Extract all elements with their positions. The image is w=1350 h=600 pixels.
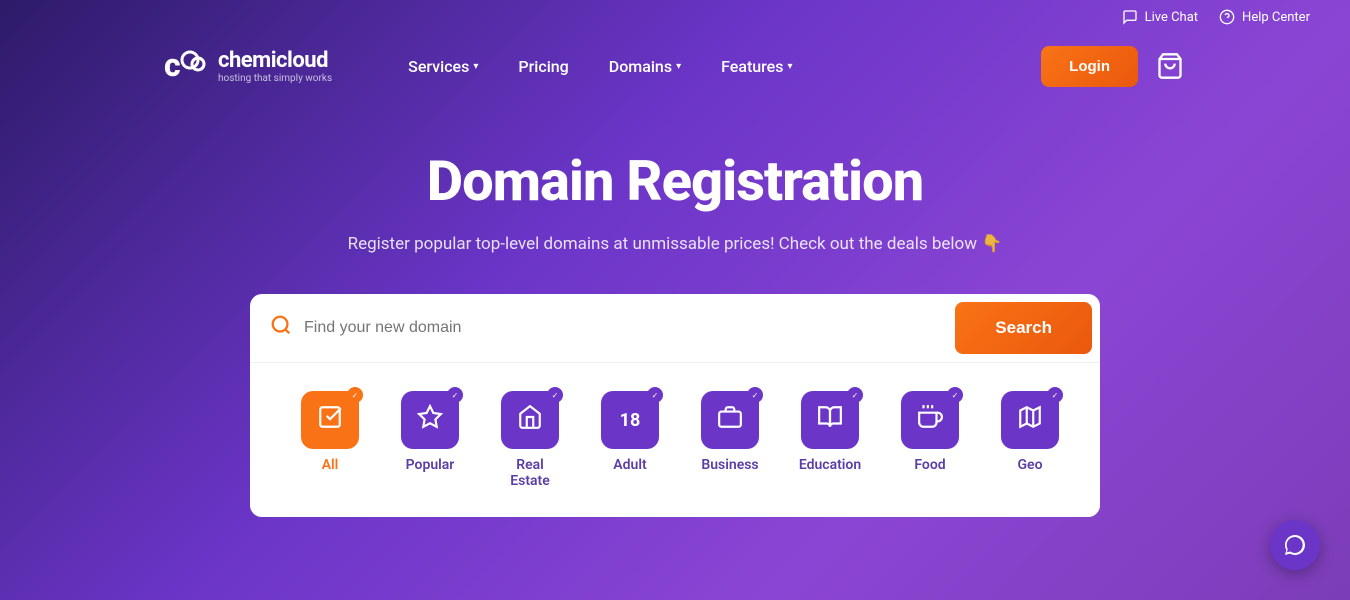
realestate-icon-wrap: ✓ — [501, 391, 559, 449]
popular-label: Popular — [406, 457, 455, 473]
nav-features[interactable]: Features ▾ — [705, 49, 808, 84]
nav-services[interactable]: Services ▾ — [392, 49, 494, 84]
category-education[interactable]: ✓ Education — [780, 383, 880, 481]
logo[interactable]: c chemicloud hosting that simply works — [160, 42, 332, 90]
realestate-icon — [517, 404, 543, 436]
nav-domains[interactable]: Domains ▾ — [593, 49, 697, 84]
realestate-label: Real Estate — [500, 457, 560, 489]
nav-pricing[interactable]: Pricing — [502, 49, 584, 84]
search-row: Search — [250, 294, 1100, 362]
geo-icon-wrap: ✓ — [1001, 391, 1059, 449]
geo-check-badge: ✓ — [1047, 387, 1063, 403]
geo-label: Geo — [1018, 457, 1043, 473]
adult-label: Adult — [613, 457, 646, 473]
hero-subtitle: Register popular top-level domains at un… — [20, 234, 1330, 254]
category-popular[interactable]: ✓ Popular — [380, 383, 480, 481]
live-chat-link[interactable]: Live Chat — [1121, 8, 1198, 26]
geo-icon — [1017, 404, 1043, 436]
business-icon-wrap: ✓ — [701, 391, 759, 449]
all-label: All — [322, 457, 339, 473]
education-icon-wrap: ✓ — [801, 391, 859, 449]
food-icon-wrap: ✓ — [901, 391, 959, 449]
all-check-badge: ✓ — [347, 387, 363, 403]
nav-actions: Login — [1041, 46, 1190, 87]
category-geo[interactable]: ✓ Geo — [980, 383, 1080, 481]
adult-check-badge: ✓ — [647, 387, 663, 403]
help-center-link[interactable]: Help Center — [1218, 8, 1310, 26]
categories-row: ✓ All ✓ — [250, 362, 1100, 517]
popular-check-badge: ✓ — [447, 387, 463, 403]
category-adult[interactable]: ✓ 18 Adult — [580, 383, 680, 481]
business-icon — [717, 404, 743, 436]
nav-links: Services ▾ Pricing Domains ▾ Features ▾ — [392, 49, 1041, 84]
business-check-badge: ✓ — [747, 387, 763, 403]
chat-bubble-button[interactable] — [1270, 520, 1320, 570]
category-business[interactable]: ✓ Business — [680, 383, 780, 481]
hero-title: Domain Registration — [20, 148, 1330, 214]
category-food[interactable]: ✓ Food — [880, 383, 980, 481]
hero-section: Domain Registration Register popular top… — [0, 98, 1350, 547]
top-bar: Live Chat Help Center — [0, 0, 1350, 34]
svg-text:c: c — [164, 46, 181, 84]
adult-icon-wrap: ✓ 18 — [601, 391, 659, 449]
domain-search-input[interactable] — [304, 319, 955, 337]
domains-chevron-icon: ▾ — [676, 61, 681, 72]
login-button[interactable]: Login — [1041, 46, 1138, 87]
business-label: Business — [701, 457, 758, 473]
features-chevron-icon: ▾ — [787, 61, 792, 72]
education-icon — [817, 404, 843, 436]
popular-icon-wrap: ✓ — [401, 391, 459, 449]
help-icon — [1218, 8, 1236, 26]
food-check-badge: ✓ — [947, 387, 963, 403]
search-container: Search ✓ All ✓ — [250, 294, 1100, 517]
search-button[interactable]: Search — [955, 302, 1092, 354]
category-all[interactable]: ✓ All — [280, 383, 380, 481]
popular-icon — [417, 404, 443, 436]
all-icon-wrap: ✓ — [301, 391, 359, 449]
education-check-badge: ✓ — [847, 387, 863, 403]
services-chevron-icon: ▾ — [473, 61, 478, 72]
education-label: Education — [799, 457, 861, 473]
logo-text: chemicloud hosting that simply works — [218, 48, 332, 84]
realestate-check-badge: ✓ — [547, 387, 563, 403]
chat-icon — [1121, 8, 1139, 26]
cart-button[interactable] — [1150, 46, 1190, 86]
food-label: Food — [914, 457, 945, 473]
navbar: c chemicloud hosting that simply works S… — [0, 34, 1350, 98]
search-icon — [270, 314, 292, 342]
category-realestate[interactable]: ✓ Real Estate — [480, 383, 580, 497]
adult-icon: 18 — [620, 410, 641, 431]
food-icon — [917, 404, 943, 436]
all-icon — [317, 404, 343, 436]
